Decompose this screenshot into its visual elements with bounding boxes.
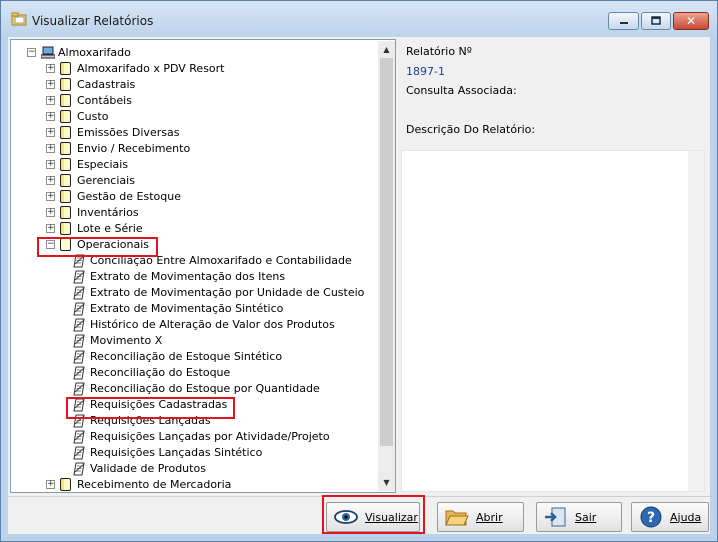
tree-report-label: Reconciliação do Estoque bbox=[90, 366, 231, 379]
close-icon: ✕ bbox=[685, 14, 697, 28]
folder-icon bbox=[60, 62, 71, 75]
folder-icon bbox=[60, 206, 71, 219]
expand-icon[interactable]: + bbox=[46, 80, 55, 89]
highlight-selected-report bbox=[66, 397, 235, 419]
maximize-button[interactable] bbox=[641, 12, 671, 30]
report-tree[interactable]: − Almoxarifado + Almoxarifado x PDV Resor… bbox=[10, 39, 396, 493]
folder-icon bbox=[60, 222, 71, 235]
scroll-down-arrow-icon[interactable]: ▼ bbox=[378, 474, 395, 491]
report-document-icon bbox=[73, 462, 85, 476]
window-title: Visualizar Relatórios bbox=[32, 14, 154, 28]
help-button-label: Ajuda bbox=[670, 510, 702, 524]
collapse-icon[interactable]: − bbox=[27, 48, 36, 57]
tree-report-label: Extrato de Movimentação dos Itens bbox=[90, 270, 286, 283]
open-folder-icon bbox=[445, 510, 469, 526]
scroll-thumb[interactable] bbox=[380, 58, 393, 446]
expand-icon[interactable]: + bbox=[46, 224, 55, 233]
tree-folder-label: Contábeis bbox=[77, 94, 132, 107]
minimize-icon bbox=[619, 22, 628, 24]
folder-icon bbox=[60, 142, 71, 155]
open-button-label: Abrir bbox=[476, 510, 503, 524]
tree-folder-label: Custo bbox=[77, 110, 109, 123]
tree-folder-label: Inventários bbox=[77, 206, 139, 219]
title-bar: Visualizar Relatórios ✕ bbox=[1, 1, 717, 37]
open-button[interactable]: Abrir bbox=[437, 502, 524, 532]
tree-folder-label: Especiais bbox=[77, 158, 129, 171]
report-document-icon bbox=[73, 430, 85, 444]
tree-folder-label: Emissões Diversas bbox=[77, 126, 180, 139]
folder-icon bbox=[60, 190, 71, 203]
expand-icon[interactable]: + bbox=[46, 64, 55, 73]
tree-report-label: Extrato de Movimentação Sintético bbox=[90, 302, 284, 315]
report-number-value: 1897-1 bbox=[406, 65, 445, 78]
folder-icon bbox=[60, 478, 71, 491]
expand-icon[interactable]: + bbox=[46, 112, 55, 121]
details-panel: Relatório Nº 1897-1 Consulta Associada: … bbox=[400, 37, 710, 493]
report-document-icon bbox=[73, 382, 85, 396]
computer-icon bbox=[41, 46, 55, 59]
close-button[interactable]: ✕ bbox=[673, 12, 709, 30]
scroll-up-arrow-icon[interactable]: ▲ bbox=[378, 41, 395, 58]
report-document-icon bbox=[73, 286, 85, 300]
report-document-icon bbox=[73, 366, 85, 380]
description-box[interactable] bbox=[401, 150, 705, 492]
expand-icon[interactable]: + bbox=[46, 96, 55, 105]
expand-icon[interactable]: + bbox=[46, 480, 55, 489]
expand-icon[interactable]: + bbox=[46, 192, 55, 201]
report-document-icon bbox=[73, 318, 85, 332]
report-document-icon bbox=[73, 446, 85, 460]
highlight-operacionais bbox=[37, 237, 158, 257]
highlight-view-button bbox=[322, 495, 425, 534]
report-document-icon bbox=[73, 302, 85, 316]
folder-icon bbox=[11, 12, 27, 26]
exit-button-label: Sair bbox=[575, 510, 597, 524]
tree-folder-label: Lote e Série bbox=[77, 222, 143, 235]
tree-folder-label: Recebimento de Mercadoria bbox=[77, 478, 232, 491]
description-label: Descrição Do Relatório: bbox=[406, 123, 536, 136]
expand-icon[interactable]: + bbox=[46, 144, 55, 153]
svg-text:?: ? bbox=[647, 510, 655, 526]
report-number-label: Relatório Nº bbox=[406, 45, 472, 58]
tree-root-label: Almoxarifado bbox=[58, 46, 131, 59]
tree-scrollbar[interactable]: ▲ ▼ bbox=[378, 41, 395, 491]
client-area: − Almoxarifado + Almoxarifado x PDV Resor… bbox=[8, 37, 710, 534]
expand-icon[interactable]: + bbox=[46, 160, 55, 169]
exit-button[interactable]: Sair bbox=[536, 502, 622, 532]
report-viewer-window: Visualizar Relatórios ✕ − Almoxarifado +… bbox=[0, 0, 718, 542]
description-scrollbar[interactable] bbox=[688, 151, 704, 491]
tree-folder-label: Almoxarifado x PDV Resort bbox=[77, 62, 225, 75]
exit-door-icon bbox=[545, 507, 566, 527]
expand-icon[interactable]: + bbox=[46, 128, 55, 137]
folder-icon bbox=[60, 158, 71, 171]
minimize-button[interactable] bbox=[608, 12, 639, 30]
help-button[interactable]: ? Ajuda bbox=[631, 502, 709, 532]
tree-report-label: Reconciliação de Estoque Sintético bbox=[90, 350, 283, 363]
help-icon: ? bbox=[640, 506, 662, 528]
folder-icon bbox=[60, 94, 71, 107]
folder-icon bbox=[60, 110, 71, 123]
tree-report-label: Reconciliação do Estoque por Quantidade bbox=[90, 382, 320, 395]
tree-report-label: Requisições Lançadas Sintético bbox=[90, 446, 263, 459]
tree-report-label: Validade de Produtos bbox=[90, 462, 206, 475]
folder-icon bbox=[60, 126, 71, 139]
expand-icon[interactable]: + bbox=[46, 208, 55, 217]
tree-folder-label: Gerenciais bbox=[77, 174, 135, 187]
folder-icon bbox=[60, 78, 71, 91]
tree-report-label: Requisições Lançadas por Atividade/Proje… bbox=[90, 430, 330, 443]
tree-report-label: Extrato de Movimentação por Unidade de C… bbox=[90, 286, 365, 299]
query-label: Consulta Associada: bbox=[406, 84, 517, 97]
report-document-icon bbox=[73, 350, 85, 364]
report-document-icon bbox=[73, 270, 85, 284]
tree-report-label: Movimento X bbox=[90, 334, 163, 347]
tree-folder-label: Gestão de Estoque bbox=[77, 190, 181, 203]
restore-icon bbox=[651, 16, 661, 25]
expand-icon[interactable]: + bbox=[46, 176, 55, 185]
tree-report-label: Histórico de Alteração de Valor dos Prod… bbox=[90, 318, 335, 331]
tree-folder-label: Envio / Recebimento bbox=[77, 142, 191, 155]
tree-folder-label: Cadastrais bbox=[77, 78, 136, 91]
folder-icon bbox=[60, 174, 71, 187]
report-document-icon bbox=[73, 334, 85, 348]
